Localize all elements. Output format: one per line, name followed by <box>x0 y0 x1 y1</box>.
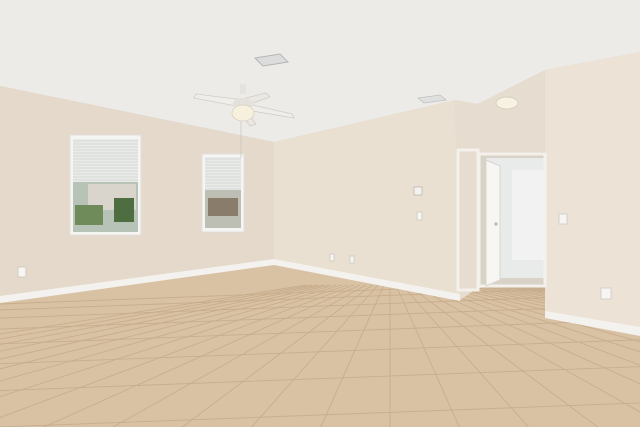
window-left <box>69 134 142 236</box>
window-right <box>201 153 245 233</box>
light-switch-icon <box>416 211 423 221</box>
room-illustration <box>0 0 640 427</box>
right-wall <box>545 52 640 330</box>
ceiling-light-icon <box>495 96 519 110</box>
outlet-back2-icon <box>349 255 355 264</box>
door-knob <box>494 222 498 226</box>
outlet-icon <box>17 266 27 278</box>
outlet-back-icon <box>329 253 335 262</box>
light-switch-right-icon <box>558 213 568 225</box>
empty-room-photo <box>0 0 640 427</box>
hallway-far-wall <box>512 170 545 260</box>
open-door <box>485 159 501 287</box>
outlet-right-icon <box>600 287 612 300</box>
thermostat-icon <box>413 186 423 196</box>
